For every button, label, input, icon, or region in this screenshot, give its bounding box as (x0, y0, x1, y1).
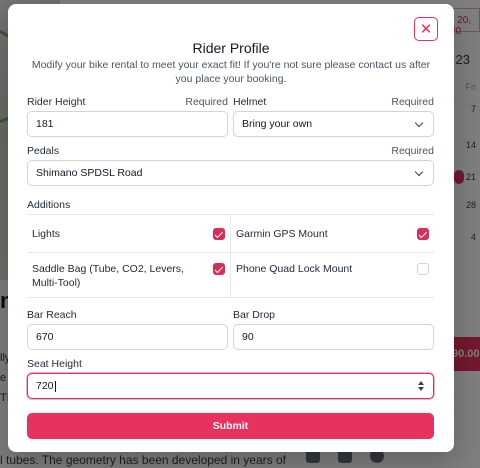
addition-label-phone-mount: Phone Quad Lock Mount (236, 263, 353, 275)
rider-height-required: Required (185, 96, 228, 108)
pedals-value: Shimano SPDSL Road (36, 167, 143, 179)
bar-drop-label: Bar Drop (233, 309, 276, 321)
addition-label-saddle-bag: Saddle Bag (Tube, CO2, Levers, Multi-Too… (32, 263, 184, 289)
close-icon: ✕ (419, 19, 433, 38)
modal-title: Rider Profile (192, 40, 270, 56)
garmin-gps-mount-checkbox[interactable] (417, 228, 429, 240)
text-cursor (54, 380, 56, 392)
lights-checkbox[interactable] (213, 228, 225, 240)
rider-height-label: Rider Height (27, 96, 86, 108)
helmet-select[interactable]: Bring your own (233, 111, 434, 137)
bar-reach-input[interactable]: 670 (27, 324, 228, 350)
chevron-down-icon (414, 167, 424, 176)
addition-label-garmin: Garmin GPS Mount (236, 228, 328, 240)
pedals-required: Required (391, 145, 434, 157)
additions-grid: Lights Garmin GPS Mount Saddle Bag (Tube… (27, 214, 434, 298)
helmet-label: Helmet (233, 96, 267, 108)
helmet-value: Bring your own (242, 118, 313, 130)
number-stepper[interactable] (418, 381, 424, 391)
stepper-down-icon[interactable] (418, 387, 424, 391)
submit-button[interactable]: Submit (27, 413, 434, 439)
seat-height-label: Seat Height (27, 358, 82, 370)
helmet-required: Required (391, 96, 434, 108)
pedals-label: Pedals (27, 145, 60, 157)
bar-drop-input[interactable]: 90 (233, 324, 434, 350)
seat-height-input[interactable]: 720 (27, 373, 434, 399)
rider-profile-modal: ✕ Rider Profile Modify your bike rental … (8, 4, 454, 452)
stepper-up-icon[interactable] (418, 381, 424, 385)
additions-label: Additions (27, 199, 71, 211)
close-button[interactable]: ✕ (414, 17, 438, 41)
rider-height-input[interactable]: 181 (27, 111, 228, 137)
saddle-bag-checkbox[interactable] (213, 263, 225, 275)
seat-height-value: 720 (36, 380, 54, 392)
pedals-select[interactable]: Shimano SPDSL Road (27, 160, 434, 186)
rider-height-value: 181 (36, 118, 54, 130)
addition-label-lights: Lights (32, 228, 61, 240)
chevron-down-icon (414, 118, 424, 127)
modal-subtitle: Modify your bike rental to meet your exa… (31, 59, 431, 85)
phone-quad-lock-checkbox[interactable] (417, 263, 429, 275)
bar-drop-value: 90 (242, 331, 254, 343)
bar-reach-value: 670 (36, 331, 54, 343)
bar-reach-label: Bar Reach (27, 309, 77, 321)
